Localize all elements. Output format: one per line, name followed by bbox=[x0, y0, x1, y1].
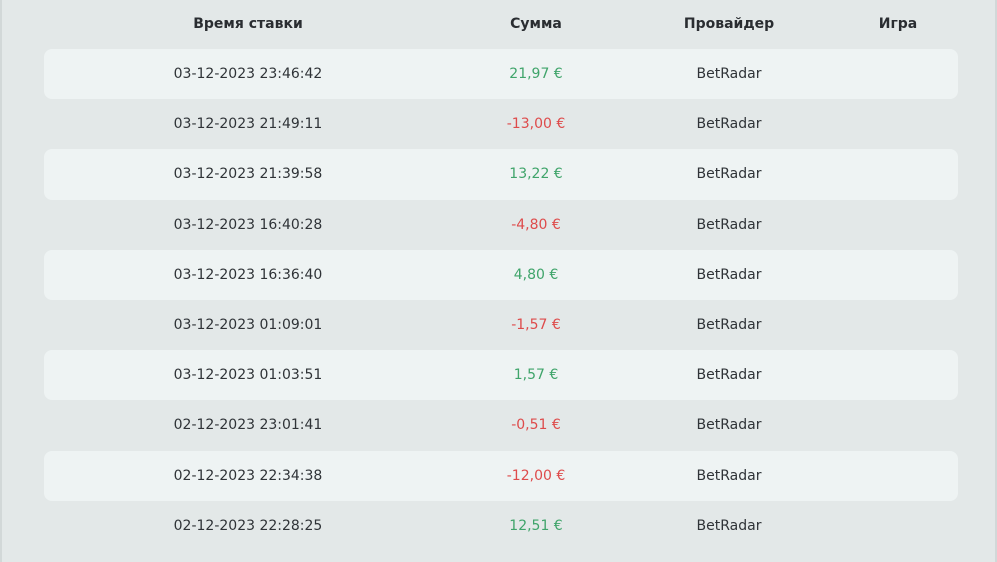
bets-table-body: 03-12-2023 23:46:42 21,97 € BetRadar 03-… bbox=[44, 49, 958, 551]
provider-cell: BetRadar bbox=[696, 517, 762, 534]
provider-cell: BetRadar bbox=[696, 367, 762, 384]
amount-cell: -13,00 € bbox=[506, 116, 566, 133]
table-header: Время ставки Сумма Провайдер Игра bbox=[2, 0, 997, 49]
provider-cell: BetRadar bbox=[696, 417, 762, 434]
bet-time-cell: 03-12-2023 01:03:51 bbox=[173, 367, 323, 384]
provider-cell: BetRadar bbox=[696, 467, 762, 484]
header-game: Игра bbox=[878, 16, 918, 32]
bet-time-cell: 03-12-2023 16:40:28 bbox=[173, 216, 323, 233]
amount-cell: -4,80 € bbox=[511, 216, 561, 233]
amount-cell: -12,00 € bbox=[506, 467, 566, 484]
bets-history-panel: Время ставки Сумма Провайдер Игра 03-12-… bbox=[0, 0, 997, 562]
provider-cell: BetRadar bbox=[696, 216, 762, 233]
header-bet-time: Время ставки bbox=[193, 16, 303, 32]
provider-cell: BetRadar bbox=[696, 116, 762, 133]
bet-time-cell: 03-12-2023 01:09:01 bbox=[173, 317, 323, 334]
table-row: 03-12-2023 23:46:42 21,97 € BetRadar bbox=[44, 49, 958, 100]
amount-cell: 13,22 € bbox=[509, 166, 563, 183]
table-row: 02-12-2023 22:34:38 -12,00 € BetRadar bbox=[44, 450, 958, 501]
provider-cell: BetRadar bbox=[696, 317, 762, 334]
amount-cell: -0,51 € bbox=[511, 417, 561, 434]
amount-cell: 4,80 € bbox=[513, 266, 559, 283]
table-row: 03-12-2023 21:39:58 13,22 € BetRadar bbox=[44, 149, 958, 200]
table-row: 02-12-2023 23:01:41 -0,51 € BetRadar bbox=[44, 400, 958, 450]
table-row: 03-12-2023 16:40:28 -4,80 € BetRadar bbox=[44, 200, 958, 250]
table-row: 03-12-2023 01:03:51 1,57 € BetRadar bbox=[44, 350, 958, 401]
bet-time-cell: 03-12-2023 21:39:58 bbox=[173, 166, 323, 183]
amount-cell: 1,57 € bbox=[513, 367, 559, 384]
amount-cell: 21,97 € bbox=[509, 66, 563, 83]
table-row: 03-12-2023 21:49:11 -13,00 € BetRadar bbox=[44, 99, 958, 149]
amount-cell: 12,51 € bbox=[509, 517, 563, 534]
table-row: 03-12-2023 01:09:01 -1,57 € BetRadar bbox=[44, 300, 958, 350]
provider-cell: BetRadar bbox=[696, 66, 762, 83]
header-provider: Провайдер bbox=[683, 16, 775, 32]
table-row: 02-12-2023 22:28:25 12,51 € BetRadar bbox=[44, 501, 958, 551]
bet-time-cell: 03-12-2023 16:36:40 bbox=[173, 266, 323, 283]
bet-time-cell: 02-12-2023 22:34:38 bbox=[173, 467, 323, 484]
bet-time-cell: 03-12-2023 23:46:42 bbox=[173, 66, 323, 83]
table-row: 03-12-2023 16:36:40 4,80 € BetRadar bbox=[44, 249, 958, 300]
provider-cell: BetRadar bbox=[696, 266, 762, 283]
header-amount: Сумма bbox=[510, 16, 562, 32]
provider-cell: BetRadar bbox=[696, 166, 762, 183]
bet-time-cell: 02-12-2023 22:28:25 bbox=[173, 517, 323, 534]
bet-time-cell: 02-12-2023 23:01:41 bbox=[173, 417, 323, 434]
bet-time-cell: 03-12-2023 21:49:11 bbox=[173, 116, 323, 133]
amount-cell: -1,57 € bbox=[511, 317, 561, 334]
